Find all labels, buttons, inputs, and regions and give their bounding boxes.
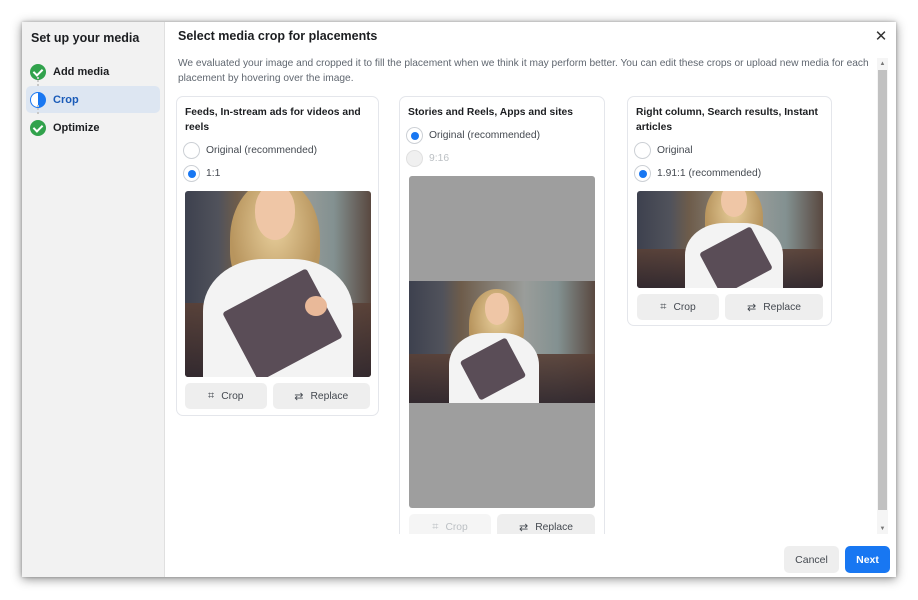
button-label: Replace bbox=[763, 301, 801, 313]
placement-title: Feeds, In-stream ads for videos and reel… bbox=[185, 107, 361, 133]
radio-button[interactable] bbox=[406, 127, 423, 144]
button-label: Replace bbox=[310, 390, 349, 402]
step-add-media[interactable]: Add media bbox=[26, 58, 160, 85]
radio-button bbox=[406, 150, 423, 167]
option-label: Original bbox=[657, 145, 693, 156]
step-label: Add media bbox=[53, 65, 110, 78]
sidebar-title: Set up your media bbox=[31, 31, 140, 45]
crop-button: ⌗ Crop bbox=[409, 514, 491, 534]
crop-icon: ⌗ bbox=[208, 389, 215, 402]
step-optimize[interactable]: Optimize bbox=[26, 114, 160, 141]
crop-icon: ⌗ bbox=[660, 300, 667, 313]
placements-scroll-area: Feeds, In-stream ads for videos and reel… bbox=[165, 92, 875, 534]
button-label: Crop bbox=[445, 521, 468, 533]
replace-icon: ⇄ bbox=[747, 301, 757, 314]
button-label: Crop bbox=[673, 301, 696, 313]
step-crop[interactable]: Crop bbox=[26, 86, 160, 113]
check-circle-icon bbox=[30, 119, 46, 136]
image-face bbox=[485, 293, 509, 325]
option-original[interactable]: Original bbox=[634, 139, 831, 162]
steps-list: Add media Crop Optimize bbox=[26, 58, 160, 141]
option-1-1[interactable]: 1:1 bbox=[183, 162, 378, 185]
scroll-down-arrow-icon[interactable]: ▼ bbox=[877, 523, 888, 534]
image-hand bbox=[305, 296, 327, 316]
placement-image[interactable] bbox=[637, 191, 823, 288]
scrollbar-thumb[interactable] bbox=[878, 70, 887, 510]
crop-icon: ⌗ bbox=[432, 520, 439, 533]
option-label: Original (recommended) bbox=[206, 145, 318, 156]
scroll-up-arrow-icon[interactable]: ▲ bbox=[877, 58, 888, 69]
placement-card-feeds: Feeds, In-stream ads for videos and reel… bbox=[176, 96, 379, 416]
cancel-button[interactable]: Cancel bbox=[784, 546, 839, 573]
option-label: 1:1 bbox=[206, 168, 221, 179]
replace-icon: ⇄ bbox=[294, 390, 304, 403]
placement-card-stories: Stories and Reels, Apps and sites Origin… bbox=[399, 96, 605, 534]
image-actions: ⌗ Crop ⇄ Replace bbox=[409, 514, 596, 534]
image-content bbox=[409, 281, 595, 403]
option-original[interactable]: Original (recommended) bbox=[183, 139, 378, 162]
close-icon: ✕ bbox=[874, 27, 888, 45]
crop-button[interactable]: ⌗ Crop bbox=[185, 383, 267, 409]
dialog-description: We evaluated your image and cropped it t… bbox=[178, 58, 869, 84]
step-connector bbox=[37, 105, 39, 114]
replace-button[interactable]: ⇄ Replace bbox=[272, 383, 370, 409]
placement-card-right-column: Right column, Search results, Instant ar… bbox=[627, 96, 832, 326]
step-label: Optimize bbox=[53, 121, 100, 134]
button-label: Replace bbox=[535, 521, 573, 533]
option-label: Original (recommended) bbox=[429, 130, 541, 141]
replace-button[interactable]: ⇄ Replace bbox=[725, 294, 823, 320]
setup-sidebar: Set up your media Add media Crop Optimiz… bbox=[22, 22, 165, 577]
button-label: Crop bbox=[221, 390, 244, 402]
option-label: 9:16 bbox=[429, 153, 450, 164]
close-button[interactable]: ✕ bbox=[872, 27, 890, 45]
option-label: 1.91:1 (recommended) bbox=[657, 168, 762, 179]
vertical-scrollbar[interactable]: ▲ ▼ bbox=[877, 58, 888, 534]
replace-icon: ⇄ bbox=[519, 521, 529, 534]
option-1-91-1[interactable]: 1.91:1 (recommended) bbox=[634, 162, 831, 185]
placement-title: Right column, Search results, Instant ar… bbox=[636, 107, 818, 133]
option-original[interactable]: Original (recommended) bbox=[406, 124, 604, 147]
crop-button[interactable]: ⌗ Crop bbox=[637, 294, 719, 320]
placement-image[interactable] bbox=[185, 191, 371, 377]
option-9-16: 9:16 bbox=[406, 147, 604, 170]
radio-button[interactable] bbox=[634, 142, 651, 159]
main-panel: Select media crop for placements ✕ We ev… bbox=[165, 22, 896, 577]
step-label: Crop bbox=[53, 93, 79, 106]
placement-image[interactable] bbox=[409, 176, 595, 508]
step-connector bbox=[37, 77, 39, 86]
radio-button[interactable] bbox=[183, 142, 200, 159]
next-button[interactable]: Next bbox=[845, 546, 890, 573]
dialog-title: Select media crop for placements bbox=[178, 29, 378, 43]
radio-button[interactable] bbox=[183, 165, 200, 182]
radio-button[interactable] bbox=[634, 165, 651, 182]
placement-title: Stories and Reels, Apps and sites bbox=[408, 107, 573, 118]
setup-media-dialog: Set up your media Add media Crop Optimiz… bbox=[22, 22, 896, 577]
replace-button[interactable]: ⇄ Replace bbox=[497, 514, 595, 534]
image-actions: ⌗ Crop ⇄ Replace bbox=[637, 294, 823, 320]
image-actions: ⌗ Crop ⇄ Replace bbox=[185, 383, 370, 409]
